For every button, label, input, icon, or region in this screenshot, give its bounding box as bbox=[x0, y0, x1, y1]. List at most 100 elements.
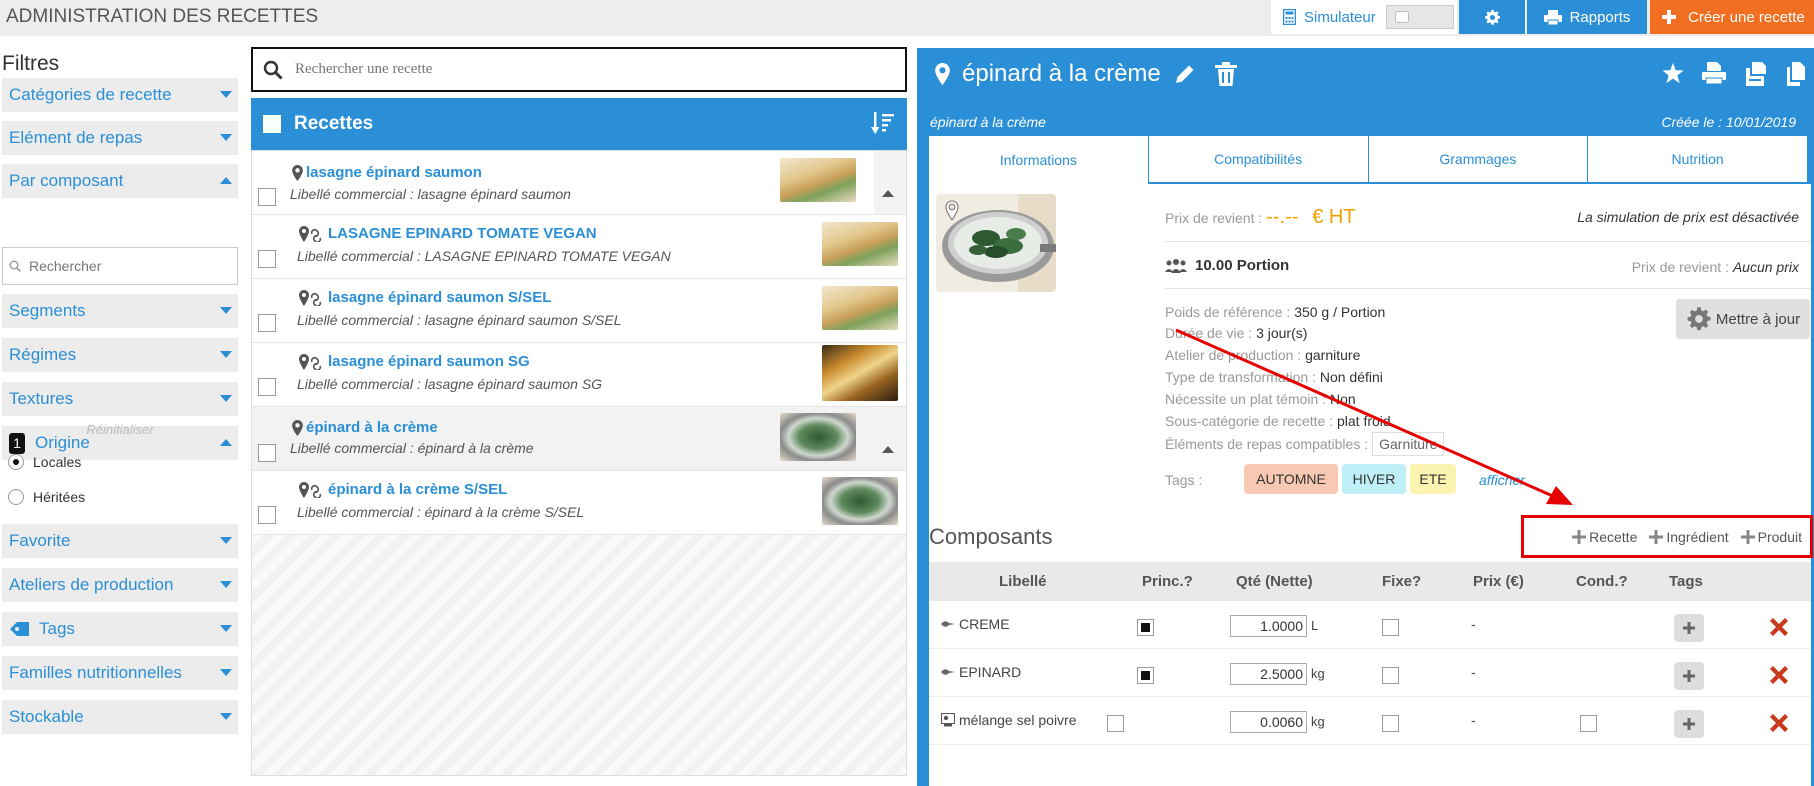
filter-favorite[interactable]: Favorite bbox=[2, 524, 238, 558]
filter-label: Stockable bbox=[9, 707, 84, 726]
recipe-thumbnail bbox=[822, 286, 898, 330]
add-recipe-button[interactable]: Recette bbox=[1572, 529, 1637, 545]
delete-icon[interactable] bbox=[1767, 711, 1791, 735]
tags-label: Tags : bbox=[1165, 472, 1203, 488]
princ-checkbox[interactable] bbox=[1107, 715, 1124, 732]
sort-icon[interactable] bbox=[871, 112, 895, 134]
select-all-checkbox[interactable] bbox=[263, 115, 281, 133]
toggle-knob bbox=[1394, 11, 1409, 23]
recipe-name-text: lasagne épinard saumon SG bbox=[328, 353, 530, 370]
radio-inherited[interactable]: Héritées bbox=[8, 489, 85, 505]
gear-icon bbox=[1687, 307, 1711, 331]
recipe-row-selected[interactable]: épinard à la crème Libellé commercial : … bbox=[252, 407, 906, 471]
tag-automne[interactable]: AUTOMNE bbox=[1244, 464, 1338, 494]
plus-icon bbox=[1740, 529, 1755, 544]
filter-nutrition-families[interactable]: Familles nutritionnelles bbox=[2, 656, 238, 690]
princ-checkbox[interactable] bbox=[1137, 619, 1154, 636]
recipe-row[interactable]: lasagne épinard saumon S/SEL Libellé com… bbox=[252, 279, 906, 343]
recipe-row[interactable]: LASAGNE EPINARD TOMATE VEGAN Libellé com… bbox=[252, 215, 906, 279]
filter-diets[interactable]: Régimes bbox=[2, 338, 238, 372]
filter-textures[interactable]: Textures bbox=[2, 382, 238, 416]
copy-document-icon[interactable] bbox=[1786, 62, 1806, 86]
recipe-checkbox[interactable] bbox=[258, 250, 276, 268]
filter-categories[interactable]: Catégories de recette bbox=[2, 78, 238, 112]
fixe-checkbox[interactable] bbox=[1382, 667, 1399, 684]
tag-ete[interactable]: ETE bbox=[1410, 464, 1456, 494]
quantity-input[interactable] bbox=[1230, 711, 1307, 733]
delete-icon[interactable] bbox=[1767, 663, 1791, 687]
reset-link[interactable]: Réinitialiser bbox=[0, 422, 240, 437]
reports-label: Rapports bbox=[1569, 8, 1631, 26]
tag-hiver[interactable]: HIVER bbox=[1342, 464, 1406, 494]
filter-by-component[interactable]: Par composant bbox=[2, 164, 238, 198]
recipe-checkbox[interactable] bbox=[258, 378, 276, 396]
recipe-row[interactable]: épinard à la crème S/SEL Libellé commerc… bbox=[252, 471, 906, 535]
simulator-control[interactable]: Simulateur bbox=[1271, 0, 1457, 34]
recipe-checkbox[interactable] bbox=[258, 444, 276, 462]
ingredient-icon bbox=[941, 621, 955, 627]
recipe-row[interactable]: lasagne épinard saumon Libellé commercia… bbox=[252, 151, 906, 215]
filter-label: Familles nutritionnelles bbox=[9, 663, 182, 682]
filter-meal-element[interactable]: Elément de repas bbox=[2, 121, 238, 155]
filter-label: Favorite bbox=[9, 531, 71, 550]
add-tag-button[interactable] bbox=[1674, 662, 1704, 690]
quantity-input[interactable] bbox=[1230, 663, 1307, 685]
col-header-qty: Qté (Nette) bbox=[1236, 573, 1313, 590]
settings-button[interactable] bbox=[1459, 0, 1525, 34]
tab-grammages[interactable]: Grammages bbox=[1368, 134, 1588, 184]
tab-informations[interactable]: Informations bbox=[929, 134, 1148, 184]
caret-down-icon bbox=[220, 581, 232, 588]
recipe-commercial-label: Libellé commercial : lasagne épinard sau… bbox=[297, 376, 603, 392]
component-search-input[interactable] bbox=[29, 258, 229, 274]
delete-icon[interactable] bbox=[1767, 615, 1791, 639]
recipe-commercial-label: Libellé commercial : lasagne épinard sau… bbox=[297, 312, 622, 328]
princ-checkbox[interactable] bbox=[1137, 667, 1154, 684]
filter-workshops[interactable]: Ateliers de production bbox=[2, 568, 238, 602]
star-icon[interactable] bbox=[1662, 62, 1684, 84]
fixe-checkbox[interactable] bbox=[1382, 715, 1399, 732]
print-document-icon[interactable] bbox=[1702, 62, 1726, 84]
radio-label: Héritées bbox=[33, 489, 86, 505]
add-tag-button[interactable] bbox=[1674, 614, 1704, 642]
edit-pencil-icon[interactable] bbox=[1173, 62, 1197, 86]
recipe-commercial-label: Libellé commercial : LASAGNE EPINARD TOM… bbox=[297, 248, 671, 264]
collapse-arrow-icon[interactable] bbox=[882, 446, 894, 453]
location-pin-icon bbox=[292, 164, 303, 181]
recipe-checkbox[interactable] bbox=[258, 188, 276, 206]
tab-compatibilites[interactable]: Compatibilités bbox=[1148, 134, 1368, 184]
trash-icon[interactable] bbox=[1214, 62, 1237, 86]
component-row: mélange sel poivre kg - bbox=[929, 697, 1811, 745]
quantity-unit: kg bbox=[1311, 714, 1325, 729]
cond-checkbox[interactable] bbox=[1580, 715, 1597, 732]
cost-label: Prix de revient : bbox=[1165, 210, 1263, 226]
filter-tags[interactable]: Tags bbox=[2, 612, 238, 646]
add-ingredient-button[interactable]: Ingrédient bbox=[1649, 529, 1729, 545]
filter-storable[interactable]: Stockable bbox=[2, 700, 238, 734]
collapse-arrow-icon[interactable] bbox=[882, 190, 894, 197]
detail-title: épinard à la crème bbox=[962, 60, 1161, 87]
simulator-toggle[interactable] bbox=[1385, 5, 1454, 29]
filters-title: Filtres bbox=[2, 52, 60, 75]
show-tags-link[interactable]: afficher bbox=[1479, 472, 1525, 488]
tab-nutrition[interactable]: Nutrition bbox=[1588, 134, 1807, 184]
recipe-row[interactable]: lasagne épinard saumon SG Libellé commer… bbox=[252, 343, 906, 407]
fixe-checkbox[interactable] bbox=[1382, 619, 1399, 636]
reports-button[interactable]: Rapports bbox=[1527, 0, 1647, 34]
recipe-search-input[interactable] bbox=[295, 61, 875, 78]
simulator-label: Simulateur bbox=[1304, 8, 1376, 26]
recipe-checkbox[interactable] bbox=[258, 506, 276, 524]
col-header-fixe: Fixe? bbox=[1382, 573, 1422, 590]
radio-local[interactable]: Locales bbox=[8, 454, 81, 470]
tag-icon bbox=[10, 622, 29, 636]
recipe-checkbox[interactable] bbox=[258, 314, 276, 332]
caret-down-icon bbox=[220, 713, 232, 720]
info-value: 3 jour(s) bbox=[1256, 325, 1308, 341]
plus-icon bbox=[1662, 10, 1676, 24]
print-copies-icon[interactable] bbox=[1744, 62, 1768, 86]
quantity-input[interactable] bbox=[1230, 615, 1307, 637]
add-tag-button[interactable] bbox=[1674, 710, 1704, 738]
update-button[interactable]: Mettre à jour bbox=[1676, 299, 1810, 339]
create-recipe-button[interactable]: Créer une recette bbox=[1650, 0, 1814, 34]
filter-segments[interactable]: Segments bbox=[2, 294, 238, 328]
add-product-button[interactable]: Produit bbox=[1740, 529, 1802, 545]
